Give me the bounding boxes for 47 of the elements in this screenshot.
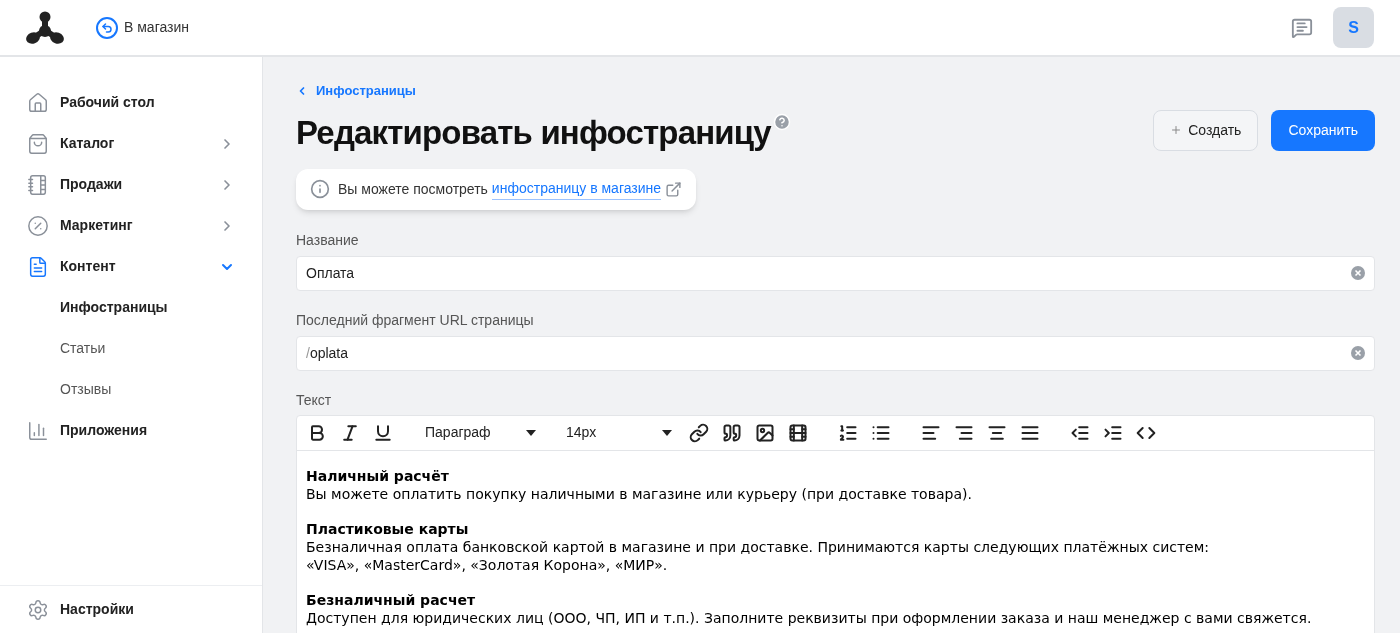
field-label: Текст — [296, 390, 333, 410]
page-title: Редактировать инфостраницу — [296, 112, 771, 153]
settings-item[interactable]: Настройки — [0, 598, 262, 621]
sidebar-item[interactable]: Продажи — [0, 164, 262, 205]
save-button[interactable]: Сохранить — [1271, 109, 1375, 151]
sidebar-subitem[interactable]: Инфостраницы — [0, 287, 262, 328]
sidebar-item[interactable]: Контент — [0, 246, 262, 287]
block-format-dropdown[interactable]: Параграф — [425, 422, 540, 443]
field-value: Оплата — [306, 263, 356, 283]
content-paragraph: «VISA», «MasterCard», «Золотая Корона», «МИР». — [306, 555, 669, 574]
store-page-link[interactable]: инфостраницу в магазине — [491, 178, 662, 200]
external-link-icon — [665, 180, 683, 198]
caret-icon — [526, 429, 536, 436]
plus-icon — [1170, 124, 1183, 136]
url-prefix: / — [306, 343, 310, 363]
sidebar-item[interactable]: Рабочий стол — [0, 82, 262, 123]
sidebar-item[interactable]: Каталог — [0, 123, 262, 164]
settings-icon — [27, 598, 49, 621]
content-paragraph: Вы можете оплатить покупку наличными в магазине или курьеру (при доставке товара). — [306, 484, 973, 503]
field-label: Последний фрагмент URL страницы — [296, 310, 535, 330]
notice-text: Вы можете посмотреть — [338, 179, 488, 199]
sidebar-subitem[interactable]: Статьи — [0, 328, 262, 369]
back-to-store-link[interactable]: В магазин — [96, 16, 190, 39]
content-heading: Пластиковые карты — [306, 519, 470, 538]
clear-icon[interactable] — [1351, 266, 1365, 280]
create-button[interactable]: Создать — [1153, 109, 1259, 151]
messages-icon[interactable] — [1291, 16, 1313, 39]
sidebar-subitem[interactable]: Отзывы — [0, 369, 262, 410]
content-paragraph: Безналичная оплата банковской картой в магазине и при доставке. Принимаются карты следующих платёжных систем: — [306, 537, 1210, 556]
sidebar-item[interactable]: Маркетинг — [0, 205, 262, 246]
caret-icon — [662, 429, 672, 436]
font-size-dropdown[interactable]: 14px — [566, 422, 676, 443]
content-paragraph: Доступен для юридических лиц (ООО, ЧП, ИП и т.п.). Заполните реквизиты при оформлении заказа и наш менеджер с вами свяжется. — [306, 608, 1313, 627]
help-icon[interactable] — [772, 112, 791, 131]
field-label: Название — [296, 230, 360, 250]
clear-icon[interactable] — [1351, 346, 1365, 360]
breadcrumb-link[interactable]: Инфостраницы — [296, 81, 1375, 101]
field-value: oplata — [309, 343, 350, 363]
return-icon — [96, 16, 118, 39]
content-heading: Наличный расчёт — [306, 466, 450, 485]
content-heading: Безналичный расчет — [306, 590, 477, 609]
logo-icon — [26, 10, 64, 45]
info-icon — [310, 179, 330, 199]
input-field[interactable]: /oplata — [296, 335, 1375, 371]
sidebar-item[interactable]: Приложения — [0, 410, 262, 451]
input-field[interactable]: Оплата — [296, 255, 1375, 291]
text-editor[interactable] — [296, 414, 1375, 633]
